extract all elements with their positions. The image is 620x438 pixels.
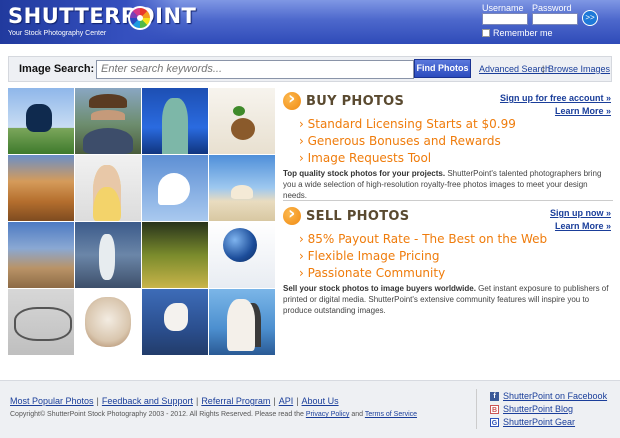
feedback-support-link[interactable]: Feedback and Support bbox=[102, 396, 193, 406]
facebook-link-row[interactable]: f ShutterPoint on Facebook bbox=[490, 391, 607, 401]
remember-me-label: Remember me bbox=[493, 28, 553, 38]
buy-description: Top quality stock photos for your projec… bbox=[283, 168, 611, 201]
sell-learn-more-link[interactable]: Learn More » bbox=[550, 220, 611, 233]
copyright-and: and bbox=[351, 411, 364, 418]
photo-egret[interactable] bbox=[142, 155, 208, 221]
api-link[interactable]: API bbox=[279, 396, 294, 406]
photo-globe-in-hand[interactable] bbox=[209, 222, 275, 288]
list-item: Flexible Image Pricing bbox=[299, 248, 547, 265]
about-us-link[interactable]: About Us bbox=[302, 396, 339, 406]
username-label: Username bbox=[482, 3, 524, 13]
list-item: Generous Bonuses and Rewards bbox=[299, 133, 516, 150]
buy-links: Sign up for free account » Learn More » bbox=[500, 92, 611, 118]
footer-separator: | bbox=[273, 396, 276, 406]
remember-me-checkbox[interactable] bbox=[482, 29, 490, 37]
copyright-text: Copyright© ShutterPoint Stock Photograph… bbox=[10, 411, 304, 418]
remember-me-row[interactable]: Remember me bbox=[482, 28, 553, 38]
buy-arrow-icon bbox=[283, 88, 301, 110]
sell-feature-list: 85% Payout Rate - The Best on the Web Fl… bbox=[299, 231, 548, 282]
free-account-signup-link[interactable]: Sign up for free account » bbox=[500, 92, 611, 105]
terms-of-service-link[interactable]: Terms of Service bbox=[365, 411, 417, 418]
buy-learn-more-link[interactable]: Learn More » bbox=[500, 105, 611, 118]
section-divider bbox=[283, 200, 613, 201]
browse-images-link[interactable]: Browse Images bbox=[548, 64, 610, 74]
sell-signup-link[interactable]: Sign up now » bbox=[550, 207, 611, 220]
advanced-search-link[interactable]: Advanced Search bbox=[479, 64, 550, 74]
most-popular-photos-link[interactable]: Most Popular Photos bbox=[10, 396, 94, 406]
privacy-policy-link[interactable]: Privacy Policy bbox=[306, 411, 350, 418]
referral-program-link[interactable]: Referral Program bbox=[201, 396, 270, 406]
search-input[interactable]: Enter search keywords... bbox=[96, 60, 414, 79]
facebook-link[interactable]: ShutterPoint on Facebook bbox=[503, 391, 607, 401]
blog-icon: B bbox=[490, 404, 499, 414]
sell-links: Sign up now » Learn More » bbox=[550, 207, 611, 233]
photo-businesswoman[interactable] bbox=[75, 155, 141, 221]
list-item: Image Requests Tool bbox=[299, 150, 516, 167]
photo-ballet-dancer[interactable] bbox=[75, 222, 141, 288]
list-item: Standard Licensing Starts at $0.99 bbox=[299, 116, 516, 133]
blog-link-row[interactable]: B ShutterPoint Blog bbox=[490, 404, 573, 414]
photo-swamp-reflection[interactable] bbox=[142, 222, 208, 288]
buy-photos-title: BUY PHOTOS bbox=[306, 94, 405, 109]
login-go-button[interactable]: >> bbox=[582, 10, 598, 26]
sell-photos-title: SELL PHOTOS bbox=[306, 209, 410, 224]
sell-description-lead: Sell your stock photos to image buyers w… bbox=[283, 284, 476, 293]
gear-link[interactable]: ShutterPoint Gear bbox=[503, 417, 575, 427]
footer-divider bbox=[476, 389, 477, 429]
photo-statue-of-liberty[interactable] bbox=[142, 88, 208, 154]
footer-nav: Most Popular Photos | Feedback and Support… bbox=[10, 396, 339, 406]
copyright-notice: Copyright© ShutterPoint Stock Photograph… bbox=[10, 411, 417, 418]
photo-beach-wedding[interactable] bbox=[209, 289, 275, 355]
blog-link[interactable]: ShutterPoint Blog bbox=[503, 404, 573, 414]
photo-bulldog[interactable] bbox=[75, 289, 141, 355]
gear-link-row[interactable]: G ShutterPoint Gear bbox=[490, 417, 575, 427]
photo-seashell-beach[interactable] bbox=[209, 155, 275, 221]
site-tagline: Your Stock Photography Center bbox=[8, 30, 107, 37]
site-footer: Most Popular Photos | Feedback and Support… bbox=[0, 380, 620, 438]
photo-cowboy[interactable] bbox=[75, 88, 141, 154]
footer-separator: | bbox=[96, 396, 99, 406]
image-search-label: Image Search: bbox=[19, 63, 95, 75]
list-item: 85% Payout Rate - The Best on the Web bbox=[299, 231, 548, 248]
list-item: Passionate Community bbox=[299, 265, 547, 282]
photo-seedling-egg[interactable] bbox=[209, 88, 275, 154]
buy-feature-list: Standard Licensing Starts at $0.99 Gener… bbox=[299, 116, 516, 167]
image-search-bar: Image Search: Enter search keywords... F… bbox=[8, 56, 612, 82]
photo-construction-workers[interactable] bbox=[8, 222, 74, 288]
gear-shop-icon: G bbox=[490, 417, 499, 427]
photo-football-player[interactable] bbox=[8, 88, 74, 154]
footer-separator: | bbox=[195, 396, 199, 406]
sell-description: Sell your stock photos to image buyers w… bbox=[283, 283, 611, 316]
footer-separator: | bbox=[296, 396, 299, 406]
buy-description-lead: Top quality stock photos for your projec… bbox=[283, 169, 446, 178]
find-photos-button[interactable]: Find Photos bbox=[414, 59, 471, 78]
photo-canyon[interactable] bbox=[8, 155, 74, 221]
photo-eyeglasses-newspaper[interactable] bbox=[8, 289, 74, 355]
sell-arrow-icon bbox=[283, 203, 301, 225]
search-link-separator: | bbox=[542, 64, 545, 74]
aperture-logo-icon bbox=[128, 6, 152, 30]
site-logo[interactable]: SHUTTERPOINT bbox=[8, 4, 196, 28]
username-input[interactable] bbox=[482, 13, 528, 25]
facebook-icon: f bbox=[490, 391, 499, 401]
password-label: Password bbox=[532, 3, 572, 13]
featured-photo-grid bbox=[8, 88, 275, 355]
password-input[interactable] bbox=[532, 13, 578, 25]
photo-unicorn[interactable] bbox=[142, 289, 208, 355]
site-header: SHUTTERPOINT Your Stock Photography Cent… bbox=[0, 0, 620, 44]
